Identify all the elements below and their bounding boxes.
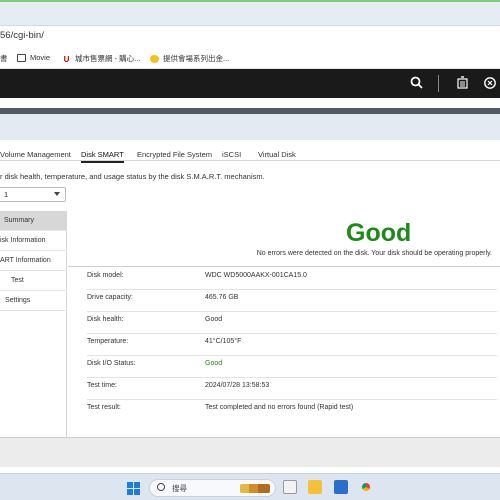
detail-row: Drive capacity: 465.76 GB bbox=[87, 290, 497, 312]
store-icon[interactable] bbox=[334, 480, 348, 494]
health-status: Good bbox=[346, 219, 412, 247]
detail-row: Test result: Test completed and no error… bbox=[87, 400, 497, 422]
header-divider bbox=[438, 75, 439, 92]
app-footer bbox=[0, 437, 500, 467]
detail-row: Disk model: WDC WD5000AAKX-001CA15.0 bbox=[87, 268, 497, 290]
tab-volume-management[interactable]: Volume Management bbox=[0, 150, 71, 159]
sidebar-item-disk-information[interactable]: isk Information bbox=[0, 231, 67, 251]
detail-value: 41°C/105°F bbox=[205, 338, 242, 345]
bookmark-label: 書 bbox=[0, 54, 8, 63]
sidebar-item-label: ART Information bbox=[0, 257, 51, 264]
sidebar-item-smart-information[interactable]: ART Information bbox=[0, 251, 67, 271]
detail-value: WDC WD5000AAKX-001CA15.0 bbox=[205, 272, 307, 279]
bookmark-item[interactable]: 書 bbox=[0, 53, 8, 64]
detail-row: Temperature: 41°C/105°F bbox=[87, 334, 497, 356]
tab-encrypted-file-system[interactable]: Encrypted File System bbox=[137, 150, 212, 159]
bookmark-label: 提供會場系列出金... bbox=[163, 54, 230, 63]
bookmarks-bar: 書 Movie U 城市售票網 - 購心... 提供會場系列出金... bbox=[0, 47, 500, 69]
disk-select[interactable]: 1 bbox=[0, 187, 66, 202]
yellow-circle-icon bbox=[150, 54, 159, 63]
task-icon[interactable] bbox=[455, 76, 469, 90]
smart-sidebar: Summary isk Information ART Information … bbox=[0, 211, 67, 437]
sync-icon[interactable] bbox=[483, 76, 497, 90]
detail-row: Disk health: Good bbox=[87, 312, 497, 334]
detail-value: 465.76 GB bbox=[205, 294, 239, 301]
detail-value: Test completed and no errors found (Rapi… bbox=[205, 404, 354, 411]
detail-label: Disk I/O Status: bbox=[87, 360, 136, 367]
sidebar-item-label: Summary bbox=[4, 217, 34, 224]
bookmark-movie[interactable]: Movie bbox=[17, 53, 50, 62]
smart-summary-panel: Good No errors were detected on the disk… bbox=[68, 211, 500, 437]
window-accent-line bbox=[0, 0, 500, 2]
search-icon bbox=[157, 483, 165, 491]
detail-label: Test time: bbox=[87, 382, 117, 389]
chrome-icon[interactable] bbox=[359, 480, 373, 494]
detail-label: Disk health: bbox=[87, 316, 124, 323]
bookmark-label: 城市售票網 - 購心... bbox=[75, 54, 141, 63]
detail-label: Disk model: bbox=[87, 272, 124, 279]
detail-row: Disk I/O Status: Good bbox=[87, 356, 497, 378]
health-summary: Good No errors were detected on the disk… bbox=[68, 211, 500, 267]
taskbar-search[interactable]: 搜尋 bbox=[149, 479, 276, 497]
address-text[interactable]: 56/cgi-bin/ bbox=[0, 30, 44, 41]
detail-label: Drive capacity: bbox=[87, 294, 133, 301]
chevron-down-icon bbox=[54, 192, 60, 196]
sidebar-item-label: Settings bbox=[5, 297, 31, 304]
taskbar-search-text: 搜尋 bbox=[172, 484, 187, 493]
app-header bbox=[0, 69, 500, 98]
detail-label: Temperature: bbox=[87, 338, 129, 345]
detail-value: Good bbox=[205, 316, 223, 323]
disk-select-value: 1 bbox=[4, 190, 9, 199]
search-icon[interactable] bbox=[409, 76, 423, 90]
sidebar-item-label: isk Information bbox=[0, 237, 46, 244]
sidebar-item-label: Test bbox=[11, 277, 24, 284]
u-icon: U bbox=[62, 54, 71, 64]
file-explorer-icon[interactable] bbox=[308, 480, 322, 494]
bookmark-label: Movie bbox=[30, 53, 51, 62]
health-message: No errors were detected on the disk. You… bbox=[256, 250, 492, 257]
tab-disk-smart[interactable]: Disk SMART bbox=[81, 150, 124, 163]
sidebar-item-settings[interactable]: Settings bbox=[0, 291, 67, 311]
storage-tabs: Volume Management Disk SMART Encrypted F… bbox=[0, 149, 500, 163]
browser-tab-strip bbox=[0, 0, 500, 26]
bookmark-event[interactable]: 提供會場系列出金... bbox=[150, 53, 229, 64]
tab-virtual-disk[interactable]: Virtual Disk bbox=[258, 150, 296, 159]
detail-value: Good bbox=[205, 360, 223, 367]
page-description: r disk health, temperature, and usage st… bbox=[0, 172, 265, 181]
bookmark-ticketing[interactable]: U 城市售票網 - 購心... bbox=[62, 53, 140, 64]
folder-icon bbox=[17, 53, 26, 62]
sidebar-item-test[interactable]: Test bbox=[0, 271, 67, 291]
address-bar[interactable]: 56/cgi-bin/ bbox=[0, 26, 500, 46]
task-view-icon[interactable] bbox=[283, 480, 297, 494]
detail-label: Test result: bbox=[87, 404, 121, 411]
detail-value: 2024/07/28 13:58:53 bbox=[205, 382, 270, 389]
app-toolbar-band bbox=[0, 114, 500, 140]
tab-iscsi[interactable]: iSCSI bbox=[222, 150, 241, 159]
search-highlight-icon bbox=[240, 484, 270, 493]
windows-taskbar: 搜尋 bbox=[0, 473, 500, 500]
detail-row: Test time: 2024/07/28 13:58:53 bbox=[87, 378, 497, 400]
windows-start-icon[interactable] bbox=[127, 482, 140, 495]
sidebar-item-summary[interactable]: Summary bbox=[0, 211, 67, 231]
